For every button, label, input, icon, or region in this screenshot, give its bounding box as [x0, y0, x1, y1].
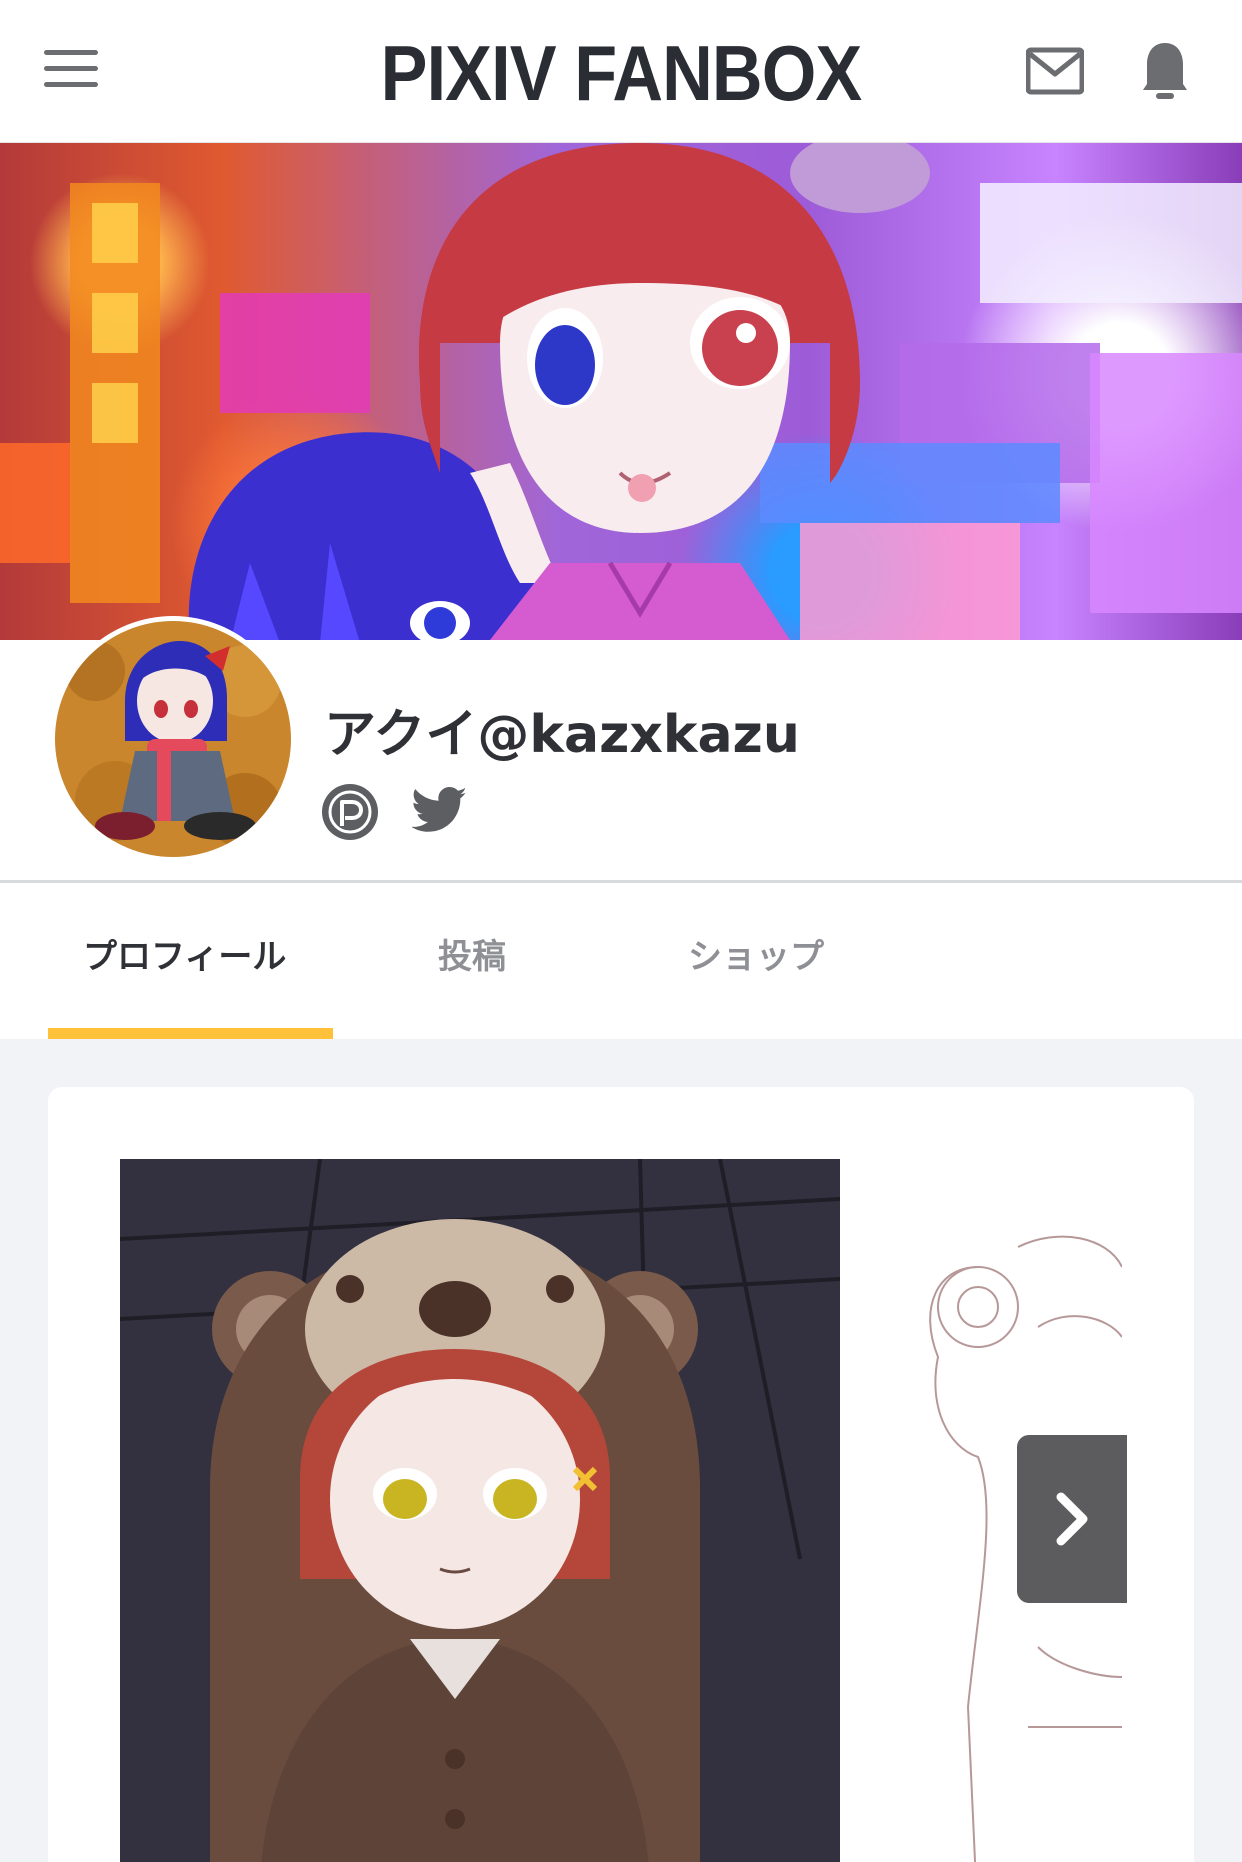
- active-tab-indicator: [48, 1028, 333, 1039]
- tab-profile[interactable]: プロフィール: [83, 929, 286, 978]
- gallery-next-button[interactable]: [1017, 1435, 1127, 1603]
- tab-bar: プロフィール 投稿 ショップ: [0, 883, 1242, 1039]
- bell-icon[interactable]: [1140, 40, 1190, 102]
- creator-profile: アクイ@kazxkazu: [0, 616, 1242, 880]
- cover-banner-image: [0, 143, 1242, 640]
- chevron-right-icon: [1056, 1492, 1088, 1546]
- tab-shop[interactable]: ショップ: [688, 929, 824, 978]
- avatar[interactable]: [50, 616, 296, 862]
- gallery-image[interactable]: [120, 1159, 840, 1862]
- mail-icon[interactable]: [1025, 46, 1085, 96]
- twitter-icon[interactable]: [411, 786, 468, 836]
- app-logo[interactable]: PIXIV FANBOX: [62, 28, 1180, 119]
- app-header: PIXIV FANBOX: [0, 0, 1242, 143]
- pixiv-icon[interactable]: [322, 784, 378, 840]
- profile-card: [48, 1087, 1194, 1862]
- creator-name: アクイ@kazxkazu: [324, 705, 800, 765]
- tab-posts[interactable]: 投稿: [438, 929, 506, 978]
